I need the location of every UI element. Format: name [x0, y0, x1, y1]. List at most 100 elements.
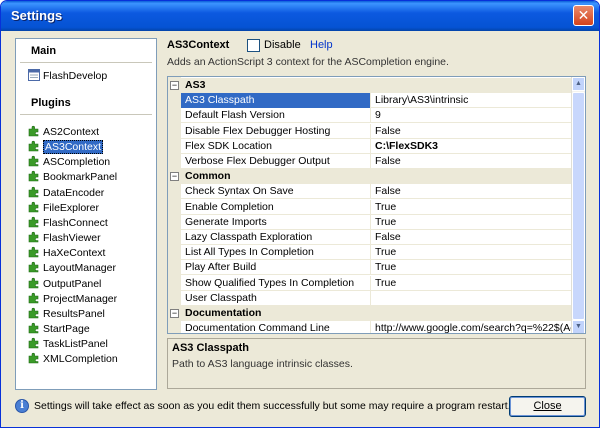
property-value[interactable]: True — [372, 276, 573, 291]
property-name[interactable]: Documentation Command Line — [181, 321, 371, 333]
category-label: Common — [185, 170, 231, 183]
property-value[interactable]: 9 — [372, 108, 573, 123]
property-value[interactable]: True — [372, 200, 573, 215]
puzzle-icon — [28, 262, 39, 273]
puzzle-icon — [28, 292, 39, 303]
property-name[interactable]: Disable Flex Debugger Hosting — [181, 123, 371, 139]
sidebar-item-plugin[interactable]: TaskListPanel — [28, 337, 108, 352]
property-value[interactable]: C:\FlexSDK3 — [372, 139, 573, 154]
sidebar-item-plugin[interactable]: ResultsPanel — [28, 307, 105, 322]
grid-category[interactable]: − AS3 — [168, 78, 573, 93]
sidebar-item-plugin[interactable]: HaXeContext — [28, 246, 105, 261]
grid-property-row[interactable]: Lazy Classpath Exploration False — [181, 230, 573, 245]
property-name[interactable]: Verbose Flex Debugger Output — [181, 154, 371, 169]
sidebar-item-plugin[interactable]: BookmarkPanel — [28, 170, 117, 185]
sidebar-item-label: LayoutManager — [43, 262, 116, 275]
settings-window: Settings ✕ Main FlashDevelop Plugins AS2… — [0, 0, 600, 428]
collapse-toggle-icon[interactable]: − — [170, 81, 179, 90]
window-close-button[interactable]: ✕ — [573, 5, 594, 26]
grid-property-row[interactable]: Disable Flex Debugger Hosting False — [181, 123, 573, 139]
property-value[interactable]: True — [372, 260, 573, 275]
sidebar-item-plugin[interactable]: DataEncoder — [28, 186, 104, 201]
collapse-toggle-icon[interactable]: − — [170, 172, 179, 182]
sidebar-item-plugin[interactable]: AS3Context — [28, 140, 104, 155]
property-value[interactable]: False — [372, 230, 573, 245]
property-name[interactable]: Check Syntax On Save — [181, 184, 371, 200]
property-name[interactable]: Show Qualified Types In Completion — [181, 275, 371, 291]
grid-property-row[interactable]: Flex SDK Location C:\FlexSDK3 — [181, 138, 573, 154]
context-title: AS3Context — [167, 39, 230, 51]
disable-checkbox[interactable] — [247, 39, 260, 52]
property-name[interactable]: Default Flash Version — [181, 108, 371, 124]
property-value[interactable]: True — [372, 215, 573, 230]
plugins-heading: Plugins — [20, 97, 152, 115]
sidebar-item-flashdevelop[interactable]: FlashDevelop — [28, 69, 107, 84]
sidebar-item-plugin[interactable]: ASCompletion — [28, 155, 110, 170]
puzzle-icon — [28, 186, 39, 197]
sidebar-item-label: FlashConnect — [43, 216, 108, 229]
grid-property-row[interactable]: Check Syntax On Save False — [181, 184, 573, 200]
grid-property-row[interactable]: Enable Completion True — [181, 199, 573, 215]
grid-property-row[interactable]: User Classpath — [181, 290, 573, 306]
grid-scrollbar[interactable]: ▲ ▼ — [571, 77, 585, 333]
info-icon: i — [15, 399, 29, 413]
property-name[interactable]: Flex SDK Location — [181, 138, 371, 154]
property-name[interactable]: Play After Build — [181, 260, 371, 276]
property-value[interactable]: True — [372, 245, 573, 260]
grid-property-row[interactable]: AS3 Classpath Library\AS3\intrinsic — [181, 93, 573, 109]
window-title: Settings — [11, 8, 63, 23]
main-heading: Main — [20, 45, 152, 63]
grid-category[interactable]: − Common — [168, 169, 573, 185]
property-name[interactable]: Generate Imports — [181, 214, 371, 230]
property-value[interactable]: http://www.google.com/search?q=%22$(Acti… — [372, 321, 573, 333]
scroll-thumb[interactable] — [572, 92, 585, 320]
sidebar-item-label: FileExplorer — [43, 201, 100, 214]
property-value[interactable]: False — [372, 184, 573, 199]
collapse-toggle-icon[interactable]: − — [170, 309, 179, 318]
grid-property-row[interactable]: Documentation Command Line http://www.goo… — [181, 321, 573, 333]
property-name[interactable]: List All Types In Completion — [181, 245, 371, 261]
grid-property-row[interactable]: Play After Build True — [181, 260, 573, 276]
puzzle-icon — [28, 307, 39, 319]
property-name[interactable]: AS3 Classpath — [181, 93, 371, 109]
disable-label[interactable]: Disable — [264, 39, 301, 51]
sidebar-item-plugin[interactable]: FlashConnect — [28, 216, 108, 231]
sidebar-item-label: XMLCompletion — [43, 353, 118, 366]
property-grid: − AS3 AS3 Classpath Library\AS3\intrinsic De… — [167, 76, 586, 334]
sidebar-item-label: ResultsPanel — [43, 307, 105, 320]
grid-property-row[interactable]: Verbose Flex Debugger Output False — [181, 154, 573, 169]
sidebar-item-plugin[interactable]: AS2Context — [28, 125, 99, 140]
grid-category[interactable]: − Documentation — [168, 306, 573, 321]
close-button[interactable]: Close — [509, 396, 586, 417]
puzzle-icon — [28, 277, 39, 288]
close-button-label: Close — [533, 400, 562, 412]
title-bar[interactable]: Settings ✕ — [1, 1, 599, 31]
sidebar-item-plugin[interactable]: LayoutManager — [28, 261, 116, 276]
sidebar-item-plugin[interactable]: FileExplorer — [28, 201, 99, 216]
puzzle-icon — [28, 353, 39, 364]
grid-property-row[interactable]: Default Flash Version 9 — [181, 108, 573, 124]
property-value[interactable]: False — [372, 124, 573, 139]
puzzle-icon — [28, 247, 39, 258]
property-value[interactable] — [372, 291, 573, 306]
sidebar-item-plugin[interactable]: ProjectManager — [28, 292, 117, 307]
puzzle-icon — [28, 201, 39, 213]
scroll-up-icon[interactable]: ▲ — [572, 77, 585, 91]
grid-property-row[interactable]: Show Qualified Types In Completion True — [181, 275, 573, 291]
sidebar-item-plugin[interactable]: StartPage — [28, 322, 90, 337]
property-name[interactable]: User Classpath — [181, 290, 371, 306]
grid-property-row[interactable]: Generate Imports True — [181, 214, 573, 230]
sidebar-item-plugin[interactable]: OutputPanel — [28, 277, 101, 292]
sidebar-item-label: DataEncoder — [43, 186, 105, 199]
scroll-down-icon[interactable]: ▼ — [572, 320, 585, 333]
sidebar-item-plugin[interactable]: FlashViewer — [28, 231, 101, 246]
property-value[interactable]: False — [372, 154, 573, 169]
property-name[interactable]: Enable Completion — [181, 199, 371, 215]
sidebar-item-label: ProjectManager — [43, 292, 118, 305]
footer-message: Settings will take effect as soon as you… — [34, 400, 511, 412]
grid-property-row[interactable]: List All Types In Completion True — [181, 245, 573, 261]
sidebar-item-plugin[interactable]: XMLCompletion — [28, 352, 118, 367]
property-name[interactable]: Lazy Classpath Exploration — [181, 230, 371, 245]
property-value[interactable]: Library\AS3\intrinsic — [372, 93, 573, 108]
help-link[interactable]: Help — [310, 39, 333, 51]
